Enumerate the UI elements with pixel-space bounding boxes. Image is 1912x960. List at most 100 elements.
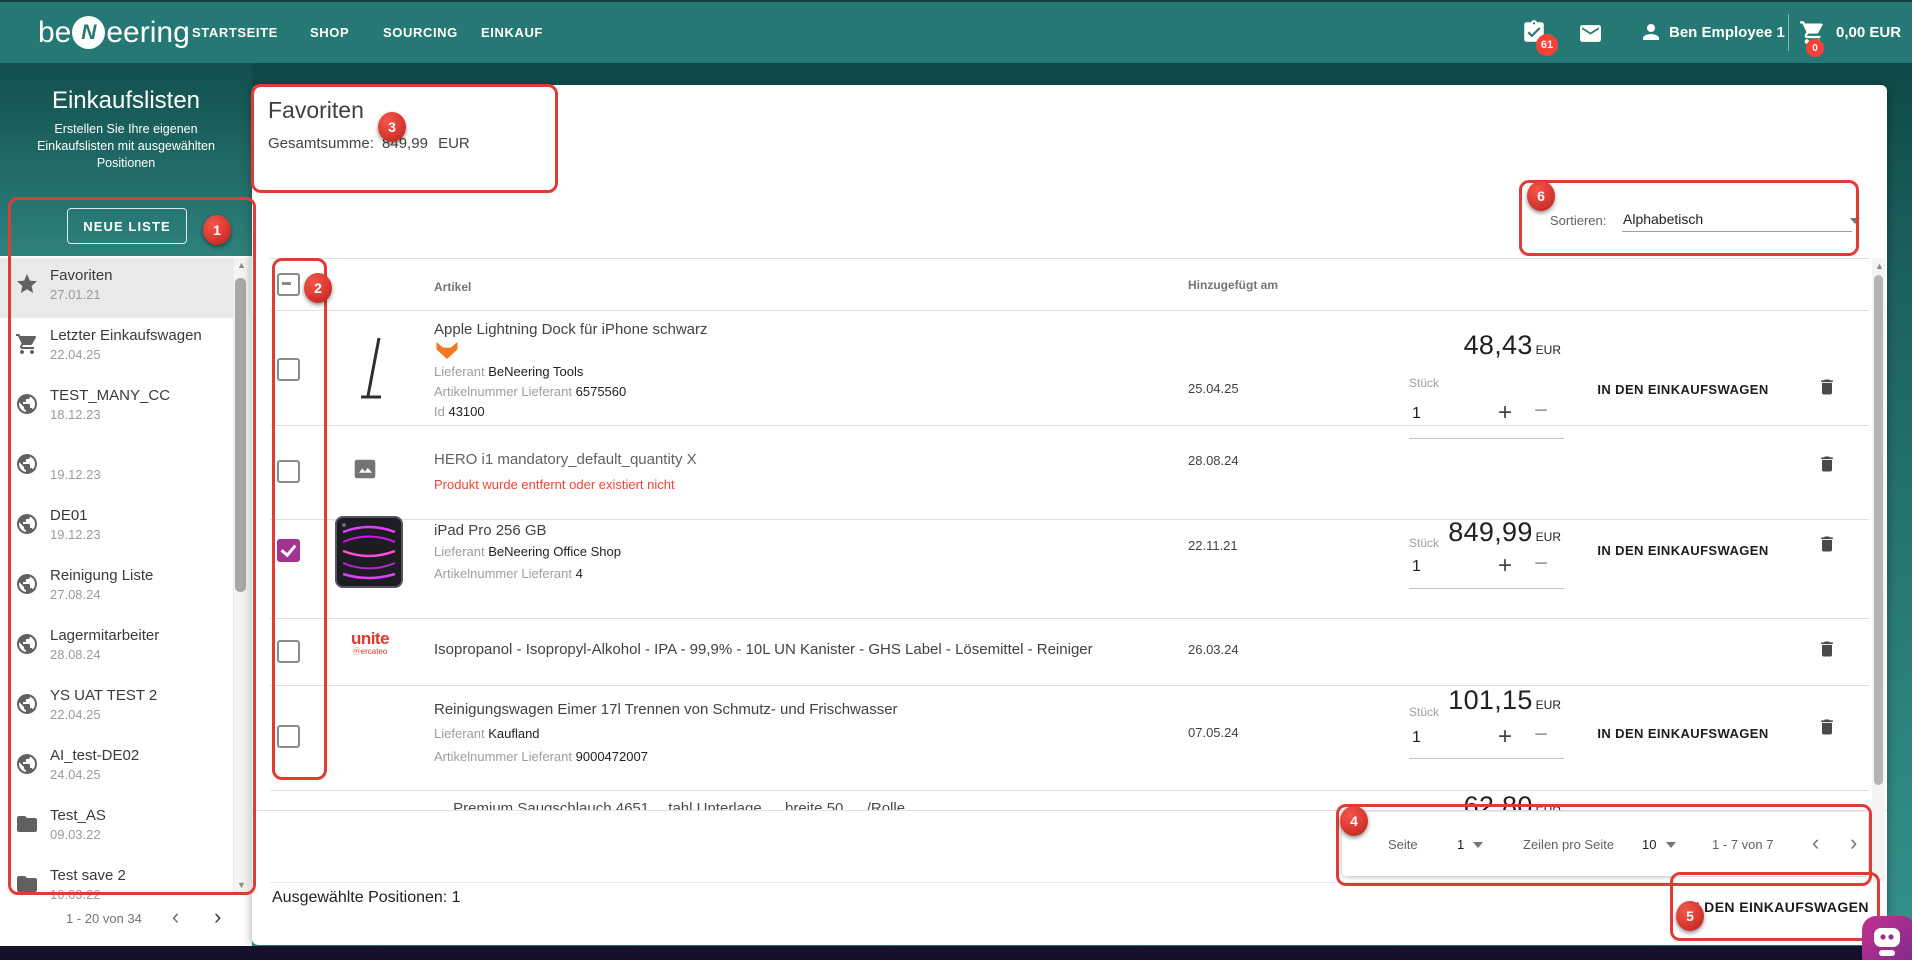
quantity-input[interactable]: 1 xyxy=(1412,405,1421,423)
page-select[interactable]: 1 xyxy=(1457,837,1464,852)
quantity-input[interactable]: 1 xyxy=(1412,729,1421,747)
nav-shop[interactable]: SHOP xyxy=(310,2,349,63)
sidebar-item-ai-test-de02[interactable]: AI_test-DE02 24.04.25 xyxy=(0,738,250,798)
sidebar-item-reinigung-liste[interactable]: Reinigung Liste 27.08.24 xyxy=(0,558,250,618)
total-sum: Gesamtsumme: 849,99 EUR xyxy=(268,135,470,152)
quantity-minus-icon[interactable]: − xyxy=(1534,723,1548,747)
row-checkbox[interactable] xyxy=(277,725,300,748)
price: 101,15EUR xyxy=(1334,685,1561,716)
sidebar-subtitle: Erstellen Sie Ihre eigenen Einkaufsliste… xyxy=(18,121,234,172)
quantity-minus-icon[interactable]: − xyxy=(1534,552,1548,576)
row-checkbox[interactable] xyxy=(277,640,300,663)
sidebar-item-ys-uat-test-2[interactable]: YS UAT TEST 2 22.04.25 xyxy=(0,678,250,738)
product-image-dock[interactable] xyxy=(356,335,386,403)
prev-page-icon[interactable]: ‹ xyxy=(1812,832,1819,854)
quantity-minus-icon[interactable]: − xyxy=(1534,399,1548,423)
user-name[interactable]: Ben Employee 1 xyxy=(1669,24,1785,41)
sidebar-item-test-as[interactable]: Test_AS 09.03.22 xyxy=(0,798,250,858)
row-divider xyxy=(270,425,1869,426)
footer-add-to-cart-button[interactable]: IN DEN EINKAUFSWAGEN xyxy=(1676,877,1878,937)
row-divider xyxy=(270,790,1869,791)
mail-icon[interactable] xyxy=(1578,21,1603,46)
product-error-text: Produkt wurde entfernt oder existiert ni… xyxy=(434,477,675,492)
page-label: Seite xyxy=(1388,837,1418,852)
topbar-divider xyxy=(1788,14,1789,51)
annotation-marker-6: 6 xyxy=(1527,181,1555,211)
row-checkbox[interactable] xyxy=(277,460,300,483)
artno-line: Artikelnummer Lieferant 9000472007 xyxy=(434,749,648,764)
logo-n-icon: N xyxy=(72,16,105,49)
supplier-line: Lieferant Kaufland xyxy=(434,726,540,741)
sidebar-item-de01[interactable]: DE01 19.12.23 xyxy=(0,498,250,558)
scroll-up-icon[interactable]: ▲ xyxy=(237,260,246,270)
sidebar-next-page-icon[interactable]: › xyxy=(214,906,221,928)
delete-icon[interactable] xyxy=(1817,716,1837,738)
rows-per-page-select[interactable]: 10 xyxy=(1642,837,1656,852)
product-image-ipad[interactable] xyxy=(335,516,403,588)
product-title[interactable]: HERO i1 mandatory_default_quantity X xyxy=(434,451,697,468)
delete-icon[interactable] xyxy=(1817,638,1837,660)
next-page-icon[interactable]: › xyxy=(1850,832,1857,854)
quantity-plus-icon[interactable]: + xyxy=(1498,401,1512,425)
sidebar-prev-page-icon[interactable]: ‹ xyxy=(172,906,179,928)
add-to-cart-button[interactable]: IN DEN EINKAUFSWAGEN xyxy=(1592,543,1774,558)
sidebar-item-letzter-einkaufswagen[interactable]: Letzter Einkaufswagen 22.04.25 xyxy=(0,318,250,378)
sidebar-item-lagermitarbeiter[interactable]: Lagermitarbeiter 28.08.24 xyxy=(0,618,250,678)
chevron-down-icon[interactable] xyxy=(1850,218,1860,224)
add-to-cart-button[interactable]: IN DEN EINKAUFSWAGEN xyxy=(1592,382,1774,397)
quantity-label: Stück xyxy=(1409,536,1439,550)
top-bar: be N eering STARTSEITE SHOP SOURCING EIN… xyxy=(0,0,1912,63)
price: 849,99EUR xyxy=(1334,517,1561,548)
row-checkbox[interactable] xyxy=(277,358,300,381)
nav-startseite[interactable]: STARTSEITE xyxy=(192,2,278,63)
nav-einkauf[interactable]: EINKAUF xyxy=(481,2,543,63)
scroll-up-icon[interactable]: ▲ xyxy=(1875,261,1884,271)
sort-underline xyxy=(1622,231,1852,232)
product-title[interactable]: iPad Pro 256 GB xyxy=(434,522,547,539)
delete-icon[interactable] xyxy=(1817,376,1837,398)
pagination-range: 1 - 7 von 7 xyxy=(1712,837,1773,852)
product-title[interactable]: Isopropanol - Isopropyl-Alkohol - IPA - … xyxy=(434,641,1093,658)
user-icon[interactable] xyxy=(1639,20,1663,44)
sidebar-scrollbar-thumb[interactable] xyxy=(235,278,246,592)
chevron-down-icon[interactable] xyxy=(1666,842,1676,848)
globe-icon xyxy=(15,572,39,596)
sidebar-item-test-save-2[interactable]: Test save 2 10.03.22 xyxy=(0,858,250,918)
star-icon xyxy=(15,272,39,296)
add-to-cart-button[interactable]: IN DEN EINKAUFSWAGEN xyxy=(1592,726,1774,741)
sidebar-item-test-many-cc[interactable]: TEST_MANY_CC 18.12.23 xyxy=(0,378,250,438)
quantity-input[interactable]: 1 xyxy=(1412,558,1421,576)
quantity-plus-icon[interactable]: + xyxy=(1498,554,1512,578)
globe-icon xyxy=(15,632,39,656)
row-checkbox-checked[interactable] xyxy=(277,539,300,562)
annotation-marker-5: 5 xyxy=(1676,901,1704,931)
row-divider xyxy=(270,519,1869,520)
sort-select[interactable]: Alphabetisch xyxy=(1623,211,1703,227)
added-date: 25.04.25 xyxy=(1188,381,1239,396)
delete-icon[interactable] xyxy=(1817,533,1837,555)
supplier-line: Lieferant BeNeering Office Shop xyxy=(434,544,621,559)
quantity-plus-icon[interactable]: + xyxy=(1498,725,1512,749)
table-scrollbar-thumb[interactable] xyxy=(1874,275,1883,785)
row-divider xyxy=(270,685,1869,686)
beneering-logo[interactable]: be N eering xyxy=(38,2,190,63)
column-header-hinzugefuegt: Hinzugefügt am xyxy=(1188,278,1278,292)
delete-icon[interactable] xyxy=(1817,453,1837,475)
annotation-marker-1: 1 xyxy=(203,215,231,245)
selected-positions-label: Ausgewählte Positionen: 1 xyxy=(272,889,461,907)
chevron-down-icon[interactable] xyxy=(1473,842,1483,848)
new-list-button[interactable]: NEUE LISTE xyxy=(67,208,187,244)
select-all-checkbox[interactable] xyxy=(277,273,300,296)
image-placeholder-icon xyxy=(352,456,378,482)
cart-total[interactable]: 0,00 EUR xyxy=(1836,24,1901,41)
globe-icon xyxy=(15,692,39,716)
footer-divider xyxy=(270,882,1870,883)
scroll-down-icon[interactable]: ▼ xyxy=(237,880,246,890)
sidebar-item-favoriten[interactable]: Favoriten 27.01.21 xyxy=(0,258,250,318)
product-title[interactable]: Apple Lightning Dock für iPhone schwarz xyxy=(434,321,708,338)
product-title[interactable]: Reinigungswagen Eimer 17l Trennen von Sc… xyxy=(434,701,898,718)
sidebar-item-test-edit-empl-ala[interactable]: 19.12.23 xyxy=(0,438,250,498)
chatbot-launcher-icon[interactable] xyxy=(1862,916,1912,960)
rows-per-page-label: Zeilen pro Seite xyxy=(1523,837,1614,852)
nav-sourcing[interactable]: SOURCING xyxy=(383,2,458,63)
